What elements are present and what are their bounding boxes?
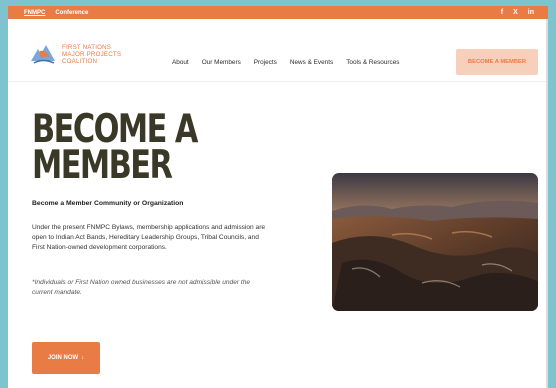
logo-line-1: FIRST NATIONS	[62, 43, 112, 51]
logo-text: FIRST NATIONS MAJOR PROJECTS COALITION	[62, 44, 121, 65]
top-bar: FNMPC Conference f X in	[8, 6, 548, 19]
join-now-button[interactable]: JOIN NOW ↓	[32, 342, 100, 374]
scrollbar[interactable]	[546, 19, 548, 388]
site-logo[interactable]: FIRST NATIONS MAJOR PROJECTS COALITION	[28, 37, 138, 71]
x-icon[interactable]: X	[513, 9, 518, 16]
join-now-label: JOIN NOW	[47, 355, 79, 361]
landscape-photo	[332, 173, 538, 311]
browser-page: FNMPC Conference f X in FIRST NATIONS MA…	[8, 6, 548, 388]
topbar-link-fnmpc[interactable]: FNMPC	[24, 10, 45, 16]
mountain-landscape-image	[332, 173, 538, 311]
logo-line-2: MAJOR PROJECTS	[62, 50, 122, 58]
arrow-down-icon: ↓	[81, 355, 85, 361]
intro-paragraph: Under the present FNMPC Bylaws, membersh…	[32, 224, 266, 251]
facebook-icon[interactable]: f	[501, 9, 503, 16]
nav-item-our-members[interactable]: Our Members	[202, 59, 241, 66]
fnmpc-logo-icon	[31, 45, 55, 64]
nav-item-tools-resources[interactable]: Tools & Resources	[346, 59, 399, 66]
subheading: Become a Member Community or Organizatio…	[32, 200, 184, 207]
page-title: BECOME A MEMBER	[32, 110, 204, 188]
nav-item-about[interactable]: About	[172, 59, 189, 66]
become-member-button[interactable]: BECOME A MEMBER	[456, 49, 538, 75]
topbar-link-conference[interactable]: Conference	[55, 10, 88, 16]
nav-item-news-events[interactable]: News & Events	[290, 59, 333, 66]
linkedin-icon[interactable]: in	[528, 9, 534, 16]
page-title-line-2: MEMBER	[32, 143, 173, 188]
eligibility-note: *Individuals or First Nation owned busin…	[32, 279, 251, 296]
site-header: FIRST NATIONS MAJOR PROJECTS COALITION A…	[8, 19, 548, 82]
main-nav: About Our Members Projects News & Events…	[172, 59, 399, 66]
logo-line-3: COALITION	[62, 57, 98, 65]
nav-item-projects[interactable]: Projects	[254, 59, 277, 66]
